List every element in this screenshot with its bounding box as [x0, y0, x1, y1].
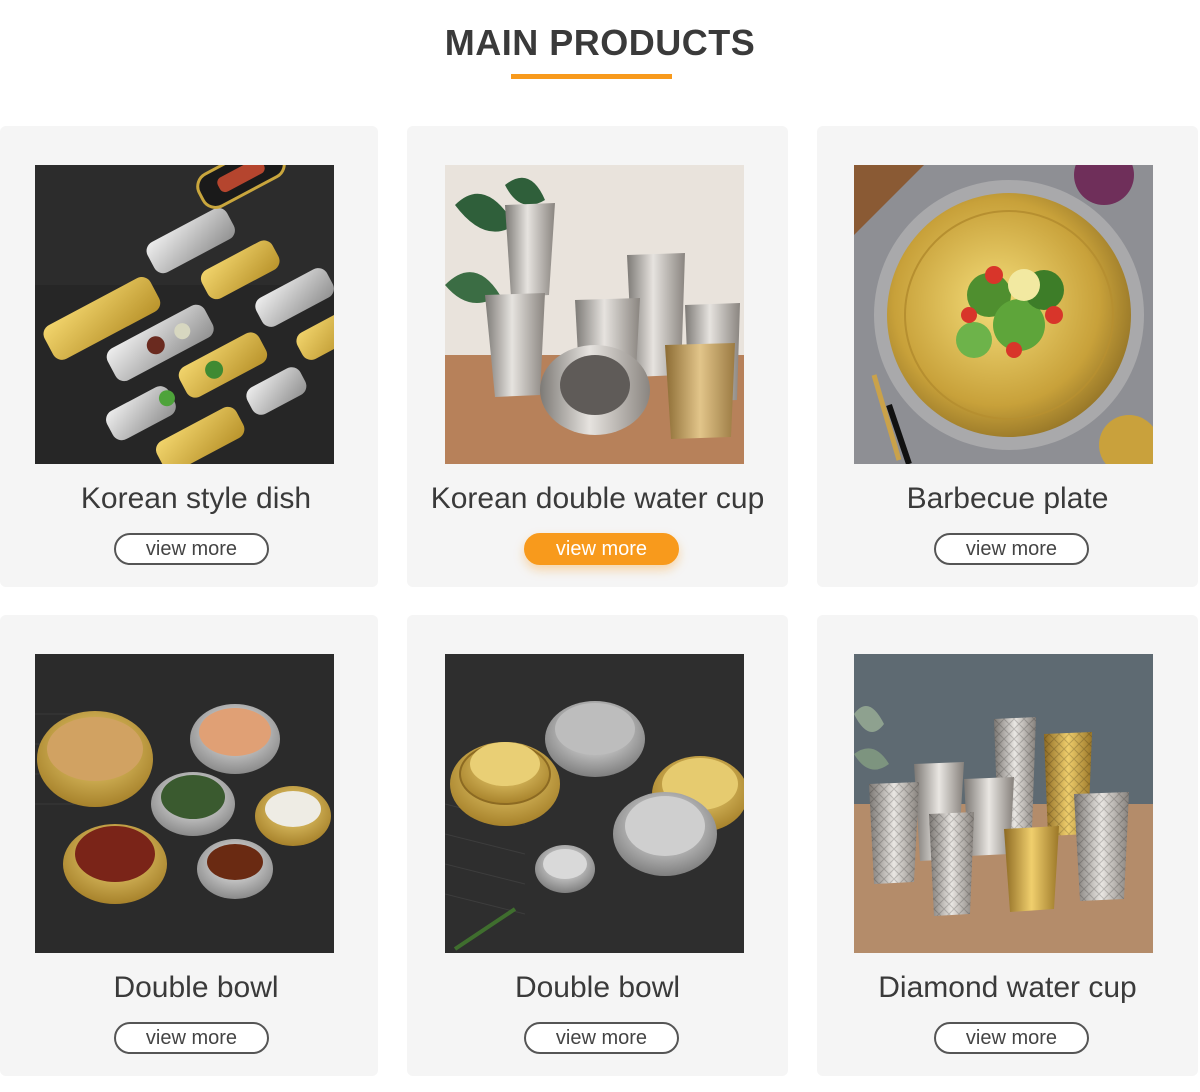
product-card-korean-style-dish[interactable]: Korean style dish view more — [0, 126, 378, 587]
product-name: Double bowl — [514, 971, 681, 1004]
view-more-button[interactable]: view more — [114, 533, 269, 565]
product-name: Korean style dish — [80, 482, 312, 515]
product-card-double-bowl[interactable]: Double bowl view more — [0, 615, 378, 1076]
double-bowl-stack-photo[interactable] — [445, 654, 744, 953]
double-bowl-photo[interactable] — [35, 654, 334, 953]
section-title: MAIN PRODUCTS — [444, 22, 756, 63]
view-more-button[interactable]: view more — [114, 1022, 269, 1054]
product-card-diamond-water-cup[interactable]: Diamond water cup view more — [817, 615, 1198, 1076]
diamond-water-cup-photo[interactable] — [854, 654, 1153, 953]
view-more-button[interactable]: view more — [524, 1022, 679, 1054]
view-more-button[interactable]: view more — [934, 1022, 1089, 1054]
barbecue-plate-photo[interactable] — [854, 165, 1153, 464]
title-underline — [511, 74, 672, 79]
product-card-korean-double-water-cup[interactable]: Korean double water cup view more — [407, 126, 788, 587]
product-card-double-bowl-stack[interactable]: Double bowl view more — [407, 615, 788, 1076]
product-name: Korean double water cup — [430, 482, 765, 515]
product-name: Barbecue plate — [906, 482, 1109, 515]
double-water-cup-photo[interactable] — [445, 165, 744, 464]
korean-style-dish-photo[interactable] — [35, 165, 334, 464]
product-card-barbecue-plate[interactable]: Barbecue plate view more — [817, 126, 1198, 587]
view-more-button[interactable]: view more — [934, 533, 1089, 565]
product-name: Diamond water cup — [878, 971, 1137, 1004]
product-name: Double bowl — [113, 971, 279, 1004]
view-more-button[interactable]: view more — [524, 533, 679, 565]
